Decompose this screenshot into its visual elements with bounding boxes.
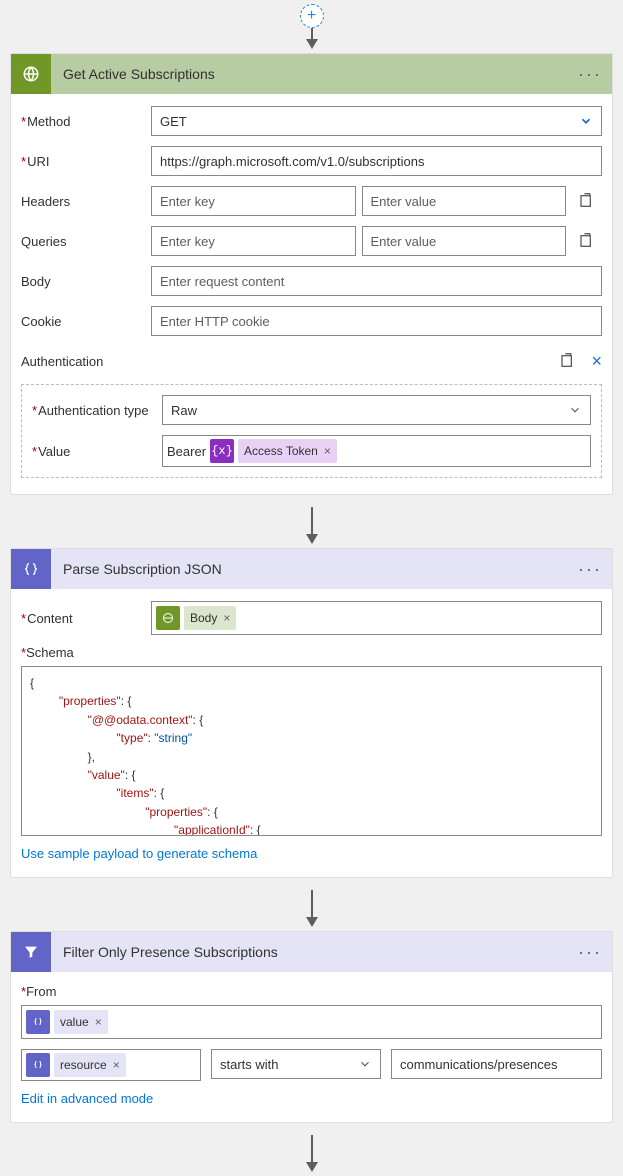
variable-icon: {x} [210, 439, 234, 463]
http-body-icon [156, 606, 180, 630]
operator-value: starts with [220, 1057, 279, 1072]
step1-header[interactable]: Get Active Subscriptions ··· [11, 54, 612, 94]
json-resource-icon [26, 1053, 50, 1077]
connector [0, 886, 623, 931]
value-pill[interactable]: value × [54, 1010, 108, 1034]
sample-payload-link[interactable]: Use sample payload to generate schema [21, 846, 257, 861]
cookie-label: Cookie [21, 314, 61, 329]
headers-label: Headers [21, 194, 70, 209]
step3-menu-icon[interactable]: ··· [578, 942, 602, 963]
filter-value-input[interactable]: communications/presences [391, 1049, 602, 1079]
method-label: Method [27, 114, 70, 129]
arrow-down-icon [306, 534, 318, 544]
step3-title: Filter Only Presence Subscriptions [51, 944, 578, 960]
step3-header[interactable]: Filter Only Presence Subscriptions ··· [11, 932, 612, 972]
uri-input[interactable]: https://graph.microsoft.com/v1.0/subscri… [151, 146, 602, 176]
queries-label: Queries [21, 234, 67, 249]
bearer-text: Bearer [167, 444, 206, 459]
remove-token-icon[interactable]: × [324, 444, 331, 458]
filter-left-input[interactable]: resource × [21, 1049, 201, 1081]
step-filter-presence-subscriptions: Filter Only Presence Subscriptions ··· *… [10, 931, 613, 1123]
remove-body-icon[interactable]: × [223, 611, 230, 625]
arrow-down-icon [306, 917, 318, 927]
resource-pill[interactable]: resource × [54, 1053, 126, 1077]
connector [0, 1131, 623, 1176]
headers-key-input[interactable]: Enter key [151, 186, 356, 216]
headers-value-input[interactable]: Enter value [362, 186, 567, 216]
chevron-down-icon [568, 403, 582, 417]
queries-value-input[interactable]: Enter value [362, 226, 567, 256]
body-label: Body [21, 274, 51, 289]
connector [0, 503, 623, 548]
arrow-down-icon [306, 39, 318, 49]
advanced-mode-link[interactable]: Edit in advanced mode [21, 1091, 153, 1106]
auth-clear-icon[interactable]: × [591, 351, 602, 372]
step2-title: Parse Subscription JSON [51, 561, 578, 577]
filter-array-icon [11, 932, 51, 972]
step1-menu-icon[interactable]: ··· [578, 64, 602, 85]
step-get-active-subscriptions: Get Active Subscriptions ··· *Method GET… [10, 53, 613, 495]
method-select[interactable]: GET [151, 106, 602, 136]
auth-type-select[interactable]: Raw [162, 395, 591, 425]
arrow-down-icon [306, 1162, 318, 1172]
uri-label: URI [27, 154, 49, 169]
step1-title: Get Active Subscriptions [51, 66, 578, 82]
queries-edit-icon[interactable] [572, 226, 602, 256]
remove-resource-icon[interactable]: × [113, 1058, 120, 1072]
add-step-button[interactable]: + [300, 4, 324, 28]
schema-textarea[interactable]: { "properties": { "@@odata.context": { "… [21, 666, 602, 836]
remove-value-icon[interactable]: × [95, 1015, 102, 1029]
from-input[interactable]: value × [21, 1005, 602, 1039]
operator-select[interactable]: starts with [211, 1049, 381, 1079]
auth-value-input[interactable]: Bearer {x} Access Token × [162, 435, 591, 467]
content-label: Content [27, 611, 73, 626]
queries-key-input[interactable]: Enter key [151, 226, 356, 256]
step2-menu-icon[interactable]: ··· [578, 559, 602, 580]
json-value-icon [26, 1010, 50, 1034]
access-token-pill[interactable]: Access Token × [238, 439, 337, 463]
connector-add: + [0, 0, 623, 53]
auth-box: *Authentication type Raw *Value Bearer {… [21, 384, 602, 478]
chevron-down-icon [358, 1057, 372, 1071]
parse-json-icon [11, 549, 51, 589]
cookie-input[interactable]: Enter HTTP cookie [151, 306, 602, 336]
auth-label: Authentication [21, 354, 103, 369]
body-input[interactable]: Enter request content [151, 266, 602, 296]
step-parse-subscription-json: Parse Subscription JSON ··· *Content Bod… [10, 548, 613, 878]
plus-icon: + [307, 7, 316, 25]
step2-header[interactable]: Parse Subscription JSON ··· [11, 549, 612, 589]
chevron-down-icon [579, 114, 593, 128]
auth-value-label: Value [38, 444, 70, 459]
headers-edit-icon[interactable] [572, 186, 602, 216]
auth-edit-icon[interactable] [553, 346, 583, 376]
auth-type-value: Raw [171, 403, 197, 418]
method-value: GET [160, 114, 187, 129]
content-input[interactable]: Body × [151, 601, 602, 635]
body-pill[interactable]: Body × [184, 606, 236, 630]
auth-type-label: Authentication type [38, 403, 149, 418]
from-label: From [26, 984, 56, 999]
http-action-icon [11, 54, 51, 94]
schema-label: Schema [26, 645, 74, 660]
